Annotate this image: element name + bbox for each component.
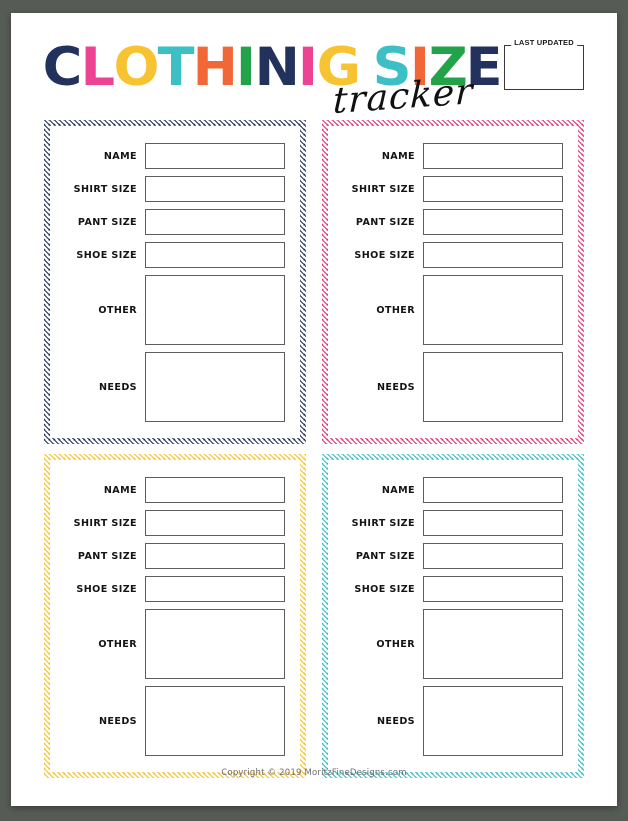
- card-body: NAME SHIRT SIZE PANT SIZE SHOE SIZE OTHER NEE…: [333, 465, 573, 767]
- card-body: NAME SHIRT SIZE PANT SIZE SHOE SIZE OTHER NEE…: [55, 465, 295, 767]
- field-label-other: OTHER: [376, 638, 415, 650]
- footer-copyright: Copyright © 2019 MoritzFineDesigns.com: [221, 768, 407, 778]
- form-row: SHOE SIZE: [59, 576, 285, 602]
- size-card-yellow: NAME SHIRT SIZE PANT SIZE SHOE SIZE OTHER NEE…: [44, 454, 306, 778]
- field-label-pant-size: PANT SIZE: [355, 216, 415, 228]
- title-letter-t-3: T: [157, 37, 194, 98]
- last-updated-label: LAST UPDATED: [511, 38, 577, 47]
- field-label-shoe-size: SHOE SIZE: [76, 583, 137, 595]
- field-input-pant-size[interactable]: [145, 209, 285, 235]
- field-label-shoe-size: SHOE SIZE: [76, 249, 137, 261]
- field-input-needs[interactable]: [423, 352, 563, 422]
- field-input-pant-size[interactable]: [423, 543, 563, 569]
- field-input-name[interactable]: [145, 477, 285, 503]
- field-input-shirt-size[interactable]: [145, 510, 285, 536]
- field-input-needs[interactable]: [145, 686, 285, 756]
- form-row: OTHER: [337, 609, 563, 679]
- field-label-pant-size: PANT SIZE: [77, 550, 137, 562]
- form-row: PANT SIZE: [337, 209, 563, 235]
- field-input-needs[interactable]: [145, 352, 285, 422]
- field-input-shoe-size[interactable]: [423, 242, 563, 268]
- form-row: NAME: [59, 143, 285, 169]
- page-header: CLOTHINIG SIZE tracker LAST UPDATED: [11, 13, 617, 122]
- last-updated-field[interactable]: [504, 45, 584, 90]
- size-card-pink: NAME SHIRT SIZE PANT SIZE SHOE SIZE OTHER NEE…: [322, 120, 584, 444]
- last-updated-box[interactable]: LAST UPDATED: [504, 38, 584, 90]
- printable-page: CLOTHINIG SIZE tracker LAST UPDATED NAME S…: [11, 13, 617, 806]
- title-letter-n-6: N: [254, 37, 300, 98]
- field-label-name: NAME: [103, 484, 137, 496]
- size-card-teal: NAME SHIRT SIZE PANT SIZE SHOE SIZE OTHER NEE…: [322, 454, 584, 778]
- field-label-shirt-size: SHIRT SIZE: [73, 517, 137, 529]
- form-row: SHIRT SIZE: [59, 510, 285, 536]
- field-input-name[interactable]: [423, 143, 563, 169]
- field-label-name: NAME: [381, 484, 415, 496]
- field-input-other[interactable]: [145, 275, 285, 345]
- title-script-word: tracker: [332, 71, 475, 123]
- field-label-shoe-size: SHOE SIZE: [354, 249, 415, 261]
- field-input-shirt-size[interactable]: [423, 510, 563, 536]
- field-label-name: NAME: [103, 150, 137, 162]
- form-row: OTHER: [59, 275, 285, 345]
- field-label-other: OTHER: [98, 304, 137, 316]
- form-row: SHIRT SIZE: [337, 176, 563, 202]
- field-input-other[interactable]: [423, 275, 563, 345]
- field-input-pant-size[interactable]: [423, 209, 563, 235]
- field-label-shirt-size: SHIRT SIZE: [73, 183, 137, 195]
- field-label-needs: NEEDS: [98, 715, 137, 727]
- form-row: SHOE SIZE: [337, 242, 563, 268]
- form-row: NEEDS: [337, 686, 563, 756]
- form-row: SHIRT SIZE: [59, 176, 285, 202]
- title-letter-i-7: I: [298, 37, 318, 98]
- form-row: OTHER: [337, 275, 563, 345]
- size-card-navy: NAME SHIRT SIZE PANT SIZE SHOE SIZE OTHER NEE…: [44, 120, 306, 444]
- title-letter-l-1: L: [80, 37, 115, 98]
- field-input-shirt-size[interactable]: [145, 176, 285, 202]
- title-letter-h-4: H: [192, 37, 237, 98]
- title-letter-i-5: I: [236, 37, 256, 98]
- field-input-needs[interactable]: [423, 686, 563, 756]
- field-label-shirt-size: SHIRT SIZE: [351, 183, 415, 195]
- card-body: NAME SHIRT SIZE PANT SIZE SHOE SIZE OTHER NEE…: [333, 131, 573, 433]
- form-row: NEEDS: [59, 686, 285, 756]
- form-row: NEEDS: [337, 352, 563, 422]
- field-label-pant-size: PANT SIZE: [355, 550, 415, 562]
- field-label-other: OTHER: [376, 304, 415, 316]
- field-label-other: OTHER: [98, 638, 137, 650]
- form-row: PANT SIZE: [337, 543, 563, 569]
- field-input-shoe-size[interactable]: [145, 576, 285, 602]
- field-label-shoe-size: SHOE SIZE: [354, 583, 415, 595]
- field-label-needs: NEEDS: [376, 381, 415, 393]
- form-row: SHIRT SIZE: [337, 510, 563, 536]
- field-input-shoe-size[interactable]: [145, 242, 285, 268]
- title-letter-o-2: O: [113, 37, 159, 98]
- form-row: SHOE SIZE: [337, 576, 563, 602]
- field-input-other[interactable]: [423, 609, 563, 679]
- field-label-needs: NEEDS: [376, 715, 415, 727]
- field-input-pant-size[interactable]: [145, 543, 285, 569]
- form-row: PANT SIZE: [59, 209, 285, 235]
- form-row: NAME: [59, 477, 285, 503]
- form-row: NAME: [337, 477, 563, 503]
- card-body: NAME SHIRT SIZE PANT SIZE SHOE SIZE OTHER NEE…: [55, 131, 295, 433]
- form-row: PANT SIZE: [59, 543, 285, 569]
- form-row: OTHER: [59, 609, 285, 679]
- field-input-name[interactable]: [423, 477, 563, 503]
- field-label-shirt-size: SHIRT SIZE: [351, 517, 415, 529]
- field-label-name: NAME: [381, 150, 415, 162]
- field-label-pant-size: PANT SIZE: [77, 216, 137, 228]
- form-row: NAME: [337, 143, 563, 169]
- field-input-shoe-size[interactable]: [423, 576, 563, 602]
- form-row: SHOE SIZE: [59, 242, 285, 268]
- screenshot-root: CLOTHINIG SIZE tracker LAST UPDATED NAME S…: [0, 0, 628, 821]
- title-letter-c-0: C: [42, 37, 83, 98]
- form-row: NEEDS: [59, 352, 285, 422]
- field-input-shirt-size[interactable]: [423, 176, 563, 202]
- field-label-needs: NEEDS: [98, 381, 137, 393]
- field-input-name[interactable]: [145, 143, 285, 169]
- field-input-other[interactable]: [145, 609, 285, 679]
